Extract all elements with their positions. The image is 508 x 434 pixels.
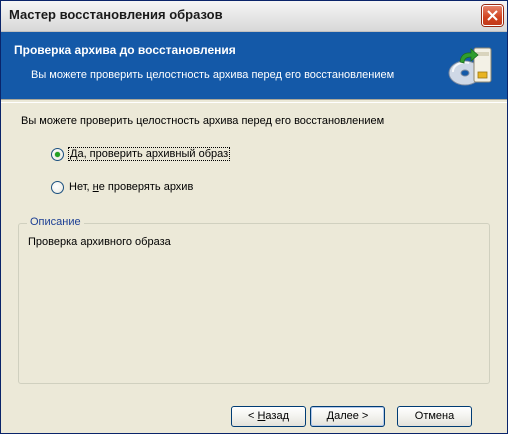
radio-button-selected[interactable] — [51, 148, 64, 161]
radio-skip-label[interactable]: Нет, не проверять архив — [69, 181, 193, 193]
next-button[interactable]: Далее > — [310, 406, 385, 427]
radio-selected-dot — [55, 152, 60, 157]
radio-button-unselected[interactable] — [51, 181, 64, 194]
close-button[interactable] — [482, 5, 503, 26]
prompt-text: Вы можете проверить целостность архива п… — [21, 115, 385, 127]
header-subtitle: Вы можете проверить целостность архива п… — [31, 69, 395, 81]
cancel-button[interactable]: Отмена — [397, 406, 472, 427]
window-title: Мастер восстановления образов — [9, 7, 223, 22]
radio-skip-verify[interactable]: Нет, не проверять архив — [51, 180, 271, 198]
wizard-header: Проверка архива до восстановления Вы мож… — [1, 32, 507, 99]
description-legend: Описание — [27, 216, 84, 228]
back-button[interactable]: < Назад — [231, 406, 306, 427]
description-text: Проверка архивного образа — [28, 236, 171, 248]
header-separator — [1, 99, 507, 103]
disk-restore-icon — [448, 47, 492, 86]
wizard-window: Мастер восстановления образов Проверка а… — [0, 0, 508, 434]
title-bar[interactable]: Мастер восстановления образов — [1, 1, 507, 32]
radio-verify-archive[interactable]: Да, проверить архивный образ — [51, 147, 271, 165]
close-icon — [487, 10, 498, 21]
radio-verify-label[interactable]: Да, проверить архивный образ — [67, 147, 231, 161]
description-groupbox: Описание Проверка архивного образа — [18, 216, 490, 384]
header-title: Проверка архива до восстановления — [14, 43, 236, 57]
